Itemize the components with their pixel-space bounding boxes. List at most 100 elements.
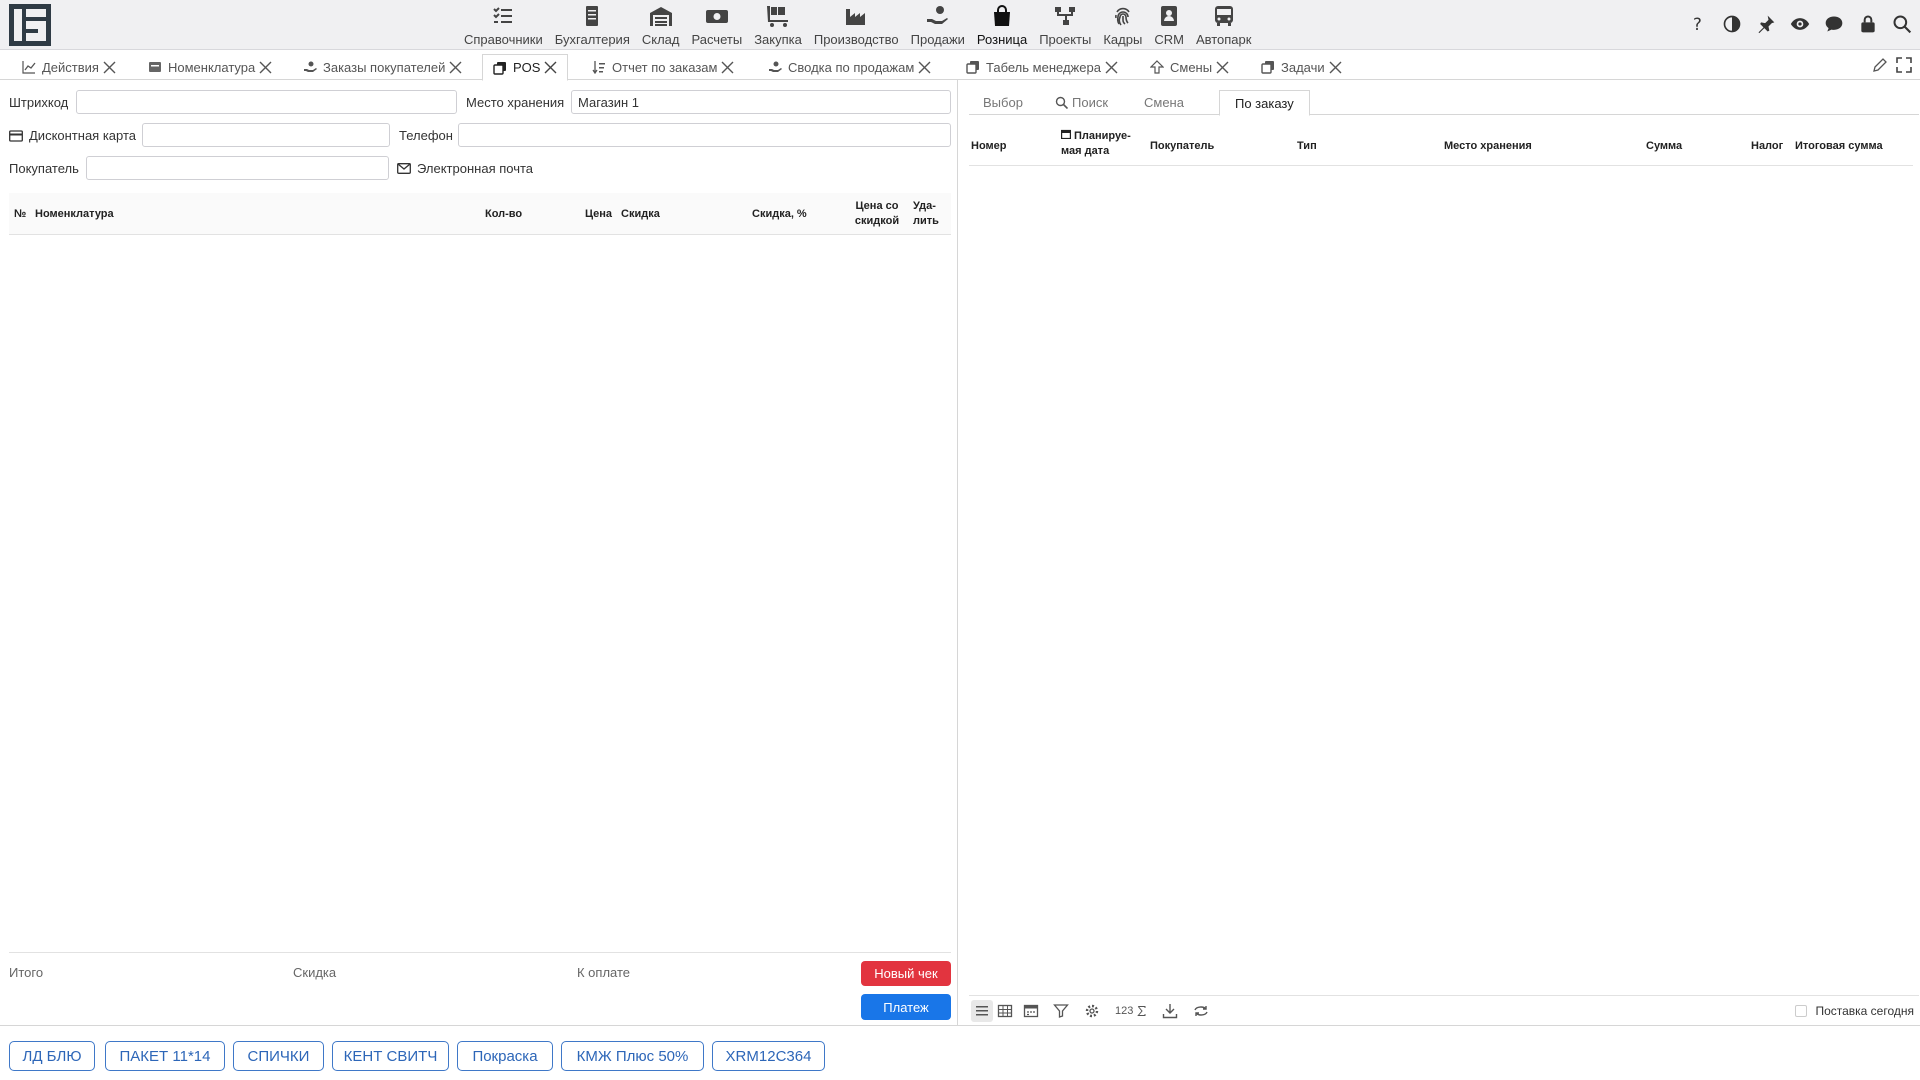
tab-smeny[interactable]: Смены [1150, 54, 1229, 80]
close-icon[interactable] [721, 61, 734, 74]
col-tax[interactable]: Налог [1751, 139, 1783, 154]
card-icon [9, 129, 23, 142]
nav-buhgalteria[interactable]: Бухгалтерия [549, 0, 636, 50]
payment-button[interactable]: Платеж [861, 994, 951, 1020]
col-storage[interactable]: Место хранения [1444, 139, 1532, 154]
quick-products-bar: ЛД БЛЮ ПАКЕТ 11*14 СПИЧКИ КЕНТ СВИТЧ Пок… [0, 1025, 1920, 1080]
total-label: Итого [9, 965, 44, 980]
col-price-discounted[interactable]: Цена со скидкой [852, 199, 902, 229]
nav-spravochniki[interactable]: Справочники [458, 0, 549, 50]
col-discount-pct[interactable]: Скидка, % [752, 207, 807, 222]
quick-button[interactable]: ЛД БЛЮ [9, 1041, 95, 1071]
contrast-icon[interactable] [1720, 12, 1744, 36]
totals-button[interactable]: 123 [1115, 1003, 1148, 1019]
col-item[interactable]: Номенклатура [35, 207, 114, 222]
col-sum[interactable]: Сумма [1646, 139, 1682, 154]
copy-icon [493, 61, 506, 75]
tag-icon [149, 62, 161, 72]
nav-avtopark[interactable]: Автопарк [1190, 0, 1258, 50]
pos-table-header: № Номенклатура Кол-во Цена Скидка Скидка… [9, 193, 951, 235]
hand-icon [769, 61, 782, 72]
close-icon[interactable] [1216, 61, 1229, 74]
close-icon[interactable] [918, 61, 931, 74]
tab-tabel-menedzhera[interactable]: Табель менеджера [966, 54, 1118, 80]
pin-icon[interactable] [1754, 12, 1778, 36]
delivery-today-checkbox[interactable] [1795, 1005, 1808, 1017]
right-subtabs: Выбор Поиск Смена По заказу [969, 90, 1919, 116]
close-icon[interactable] [1329, 61, 1342, 74]
settings-button[interactable] [1084, 1003, 1100, 1019]
quick-button[interactable]: КЕНТ СВИТЧ [332, 1041, 449, 1071]
col-buyer[interactable]: Покупатель [1150, 139, 1214, 154]
buyer-input[interactable] [86, 156, 389, 180]
pencil-icon[interactable] [1872, 57, 1888, 73]
col-num[interactable]: № [14, 207, 26, 222]
chat-icon[interactable] [1822, 12, 1846, 36]
subtab-po-zakazu[interactable]: По заказу [1219, 90, 1310, 116]
nav-sklad[interactable]: Склад [636, 0, 686, 50]
refresh-button[interactable] [1193, 1003, 1209, 1019]
phone-input[interactable] [458, 123, 951, 147]
close-icon[interactable] [1105, 61, 1118, 74]
nav-crm[interactable]: CRM [1148, 0, 1190, 50]
barcode-input[interactable] [76, 90, 457, 114]
quick-button[interactable]: ПАКЕТ 11*14 [105, 1041, 225, 1071]
buyer-label: Покупатель [9, 161, 79, 176]
col-total-sum[interactable]: Итоговая сумма [1795, 139, 1883, 154]
nav-kadry[interactable]: Кадры [1097, 0, 1148, 50]
quick-button[interactable]: СПИЧКИ [233, 1041, 324, 1071]
lock-icon[interactable] [1856, 12, 1880, 36]
tab-nomenklatura[interactable]: Номенклатура [148, 54, 272, 80]
col-planned-date[interactable]: Планируе-мая дата [1061, 129, 1131, 159]
quick-button[interactable]: XRM12C364 [712, 1041, 825, 1071]
subtab-vybor[interactable]: Выбор [983, 90, 1023, 115]
close-icon[interactable] [103, 61, 116, 74]
storage-input[interactable] [571, 90, 951, 114]
nav-proizvodstvo[interactable]: Производство [808, 0, 905, 50]
tab-zakazy-pokupateley[interactable]: Заказы покупателей [303, 54, 462, 80]
nav-proekty[interactable]: Проекты [1033, 0, 1097, 50]
fullscreen-icon[interactable] [1896, 57, 1912, 73]
close-icon[interactable] [544, 61, 557, 74]
cash-icon [705, 10, 728, 23]
help-icon[interactable]: ? [1686, 12, 1710, 36]
grid-view-button[interactable] [997, 1003, 1013, 1019]
col-number[interactable]: Номер [971, 139, 1007, 154]
search-icon[interactable] [1890, 12, 1914, 36]
document-tabs: Действия Номенклатура Заказы покупателей… [0, 51, 1920, 81]
quick-button[interactable]: КМЖ Плюс 50% [561, 1041, 704, 1071]
subtab-smena[interactable]: Смена [1144, 90, 1184, 115]
subtab-poisk[interactable]: Поиск [1055, 90, 1108, 115]
contact-card-icon [1161, 6, 1178, 26]
tab-otchet-po-zakazam[interactable]: Отчет по заказам [592, 54, 734, 80]
col-discount[interactable]: Скидка [621, 207, 660, 222]
email-option[interactable]: Электронная почта [397, 161, 533, 176]
nav-zakupka[interactable]: Закупка [748, 0, 808, 50]
download-button[interactable] [1162, 1003, 1178, 1019]
gear-icon [1085, 1004, 1099, 1018]
close-icon[interactable] [259, 61, 272, 74]
close-icon[interactable] [449, 61, 462, 74]
col-delete[interactable]: Уда-лить [913, 199, 939, 229]
tab-pos[interactable]: POS [482, 54, 569, 81]
quick-button[interactable]: Покраска [457, 1041, 553, 1071]
col-type[interactable]: Тип [1297, 139, 1317, 154]
tab-svodka-po-prodazham[interactable]: Сводка по продажам [768, 54, 931, 80]
tab-zadachi[interactable]: Задачи [1261, 54, 1342, 80]
tab-deystviya[interactable]: Действия [22, 54, 116, 80]
phone-label: Телефон [399, 128, 453, 143]
eye-icon[interactable] [1788, 12, 1812, 36]
col-qty[interactable]: Кол-во [485, 207, 522, 222]
nav-roznitsa[interactable]: Розница [971, 0, 1033, 50]
calendar-view-button[interactable] [1023, 1003, 1039, 1019]
discount-card-input[interactable] [142, 123, 390, 147]
chart-line-icon [22, 61, 36, 74]
col-price[interactable]: Цена [585, 207, 612, 222]
nav-prodazhi[interactable]: Продажи [905, 0, 971, 50]
new-check-button[interactable]: Новый чек [861, 961, 951, 986]
nav-raschety[interactable]: Расчеты [685, 0, 748, 50]
filter-button[interactable] [1053, 1003, 1069, 1019]
app-logo[interactable] [9, 4, 51, 46]
list-view-button[interactable] [971, 1000, 993, 1022]
delivery-today-option[interactable]: Поставка сегодня [1749, 1003, 1914, 1019]
